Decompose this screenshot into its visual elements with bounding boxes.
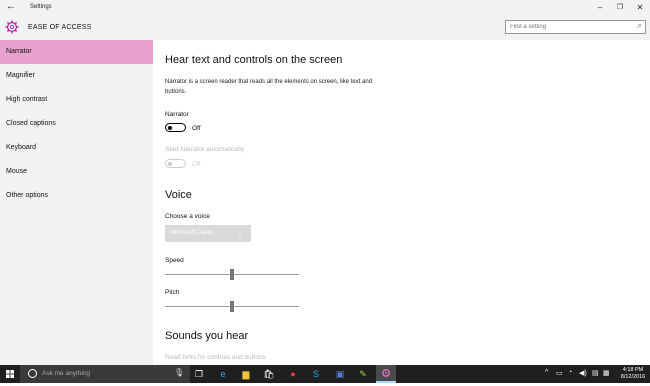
action-center-icon[interactable]: ▤	[592, 369, 599, 377]
sounds-heading: Sounds you hear	[165, 330, 249, 342]
task-view-icon[interactable]: ❐	[193, 368, 205, 380]
toggle-knob	[168, 161, 172, 166]
page-header: EASE OF ACCESS ⌕	[0, 17, 650, 40]
cortana-icon	[28, 369, 37, 378]
app-icon[interactable]: ▣	[334, 368, 346, 380]
sounds-subtitle: Read hints for controls and buttons	[165, 354, 266, 361]
app-title: Settings	[30, 4, 52, 10]
search-input[interactable]	[510, 22, 628, 32]
taskbar: Ask me anything 🎙 ❐ e ▆ 🛍 ● S ▣ ✎ ^ ▭ ◔ …	[0, 365, 650, 383]
voice-select-value: Microsoft David	[171, 230, 213, 236]
taskbar-clock[interactable]: 4:18 PM 8/12/2016	[618, 367, 648, 381]
auto-start-toggle	[165, 159, 186, 168]
voice-heading: Voice	[165, 189, 192, 201]
volume-icon[interactable]: ◀)	[579, 369, 587, 377]
auto-start-toggle-state: Off	[192, 161, 201, 168]
search-box[interactable]: ⌕	[505, 20, 646, 34]
slider-thumb[interactable]	[230, 301, 234, 312]
main-content: Hear text and controls on the screen Nar…	[153, 40, 650, 365]
settings-taskbar-button[interactable]	[376, 365, 396, 383]
battery-icon[interactable]: ▭	[556, 369, 563, 377]
back-arrow-icon[interactable]: ←	[6, 1, 16, 12]
voice-select[interactable]: Microsoft David ⌄	[165, 225, 251, 242]
close-button[interactable]: ✕	[630, 1, 650, 15]
section-title: EASE OF ACCESS	[28, 24, 92, 31]
paint-icon[interactable]: ✎	[357, 368, 369, 380]
clock-time: 4:18 PM	[622, 367, 644, 373]
narrator-toggle-state: Off	[192, 125, 201, 132]
network-icon[interactable]: ◔	[568, 369, 572, 376]
chevron-down-icon: ⌄	[237, 230, 243, 237]
settings-gear-icon	[382, 369, 390, 377]
sidebar-item-closed-captions[interactable]: Closed captions	[0, 112, 153, 136]
minimize-button[interactable]: –	[590, 1, 610, 15]
clock-date: 8/12/2016	[620, 374, 646, 380]
chrome-icon[interactable]: ●	[287, 368, 299, 380]
file-explorer-icon[interactable]: ▆	[240, 368, 252, 380]
sidebar: Narrator Magnifier High contrast Closed …	[0, 40, 153, 365]
sidebar-item-high-contrast[interactable]: High contrast	[0, 88, 153, 112]
windows-logo-icon[interactable]	[0, 365, 20, 383]
auto-start-label: Start Narrator automatically	[165, 146, 245, 153]
slider-thumb[interactable]	[230, 269, 234, 280]
pitch-slider[interactable]	[165, 300, 299, 314]
show-hidden-icons-chevron[interactable]: ^	[545, 369, 548, 376]
ease-of-access-icon	[5, 20, 19, 34]
sidebar-item-other-options[interactable]: Other options	[0, 184, 153, 208]
choose-voice-label: Choose a voice	[165, 213, 210, 220]
pitch-label: Pitch	[165, 289, 180, 296]
sidebar-item-magnifier[interactable]: Magnifier	[0, 64, 153, 88]
toggle-knob	[168, 125, 172, 130]
speed-label: Speed	[165, 257, 184, 264]
microphone-icon[interactable]: 🎙	[174, 368, 184, 377]
settings-window: ← Settings – ❐ ✕ EASE OF ACCESS ⌕ Narrat…	[0, 0, 650, 365]
cortana-search-box[interactable]: Ask me anything 🎙	[20, 365, 190, 383]
cortana-placeholder: Ask me anything	[42, 370, 91, 377]
search-icon[interactable]: ⌕	[638, 21, 642, 31]
edge-icon[interactable]: e	[217, 368, 229, 380]
keyboard-icon[interactable]: ▦	[603, 369, 610, 377]
maximize-button[interactable]: ❐	[610, 1, 630, 15]
speed-slider[interactable]	[165, 268, 299, 282]
page-title: Hear text and controls on the screen	[165, 54, 343, 66]
skype-icon[interactable]: S	[310, 368, 322, 380]
title-bar: ← Settings – ❐ ✕	[0, 0, 650, 17]
store-icon[interactable]: 🛍	[263, 368, 275, 380]
narrator-toggle[interactable]	[165, 123, 186, 132]
page-description: Narrator is a screen reader that reads a…	[165, 79, 373, 95]
sidebar-item-keyboard[interactable]: Keyboard	[0, 136, 153, 160]
narrator-label: Narrator	[165, 111, 189, 118]
sidebar-item-mouse[interactable]: Mouse	[0, 160, 153, 184]
sidebar-item-narrator[interactable]: Narrator	[0, 40, 153, 64]
